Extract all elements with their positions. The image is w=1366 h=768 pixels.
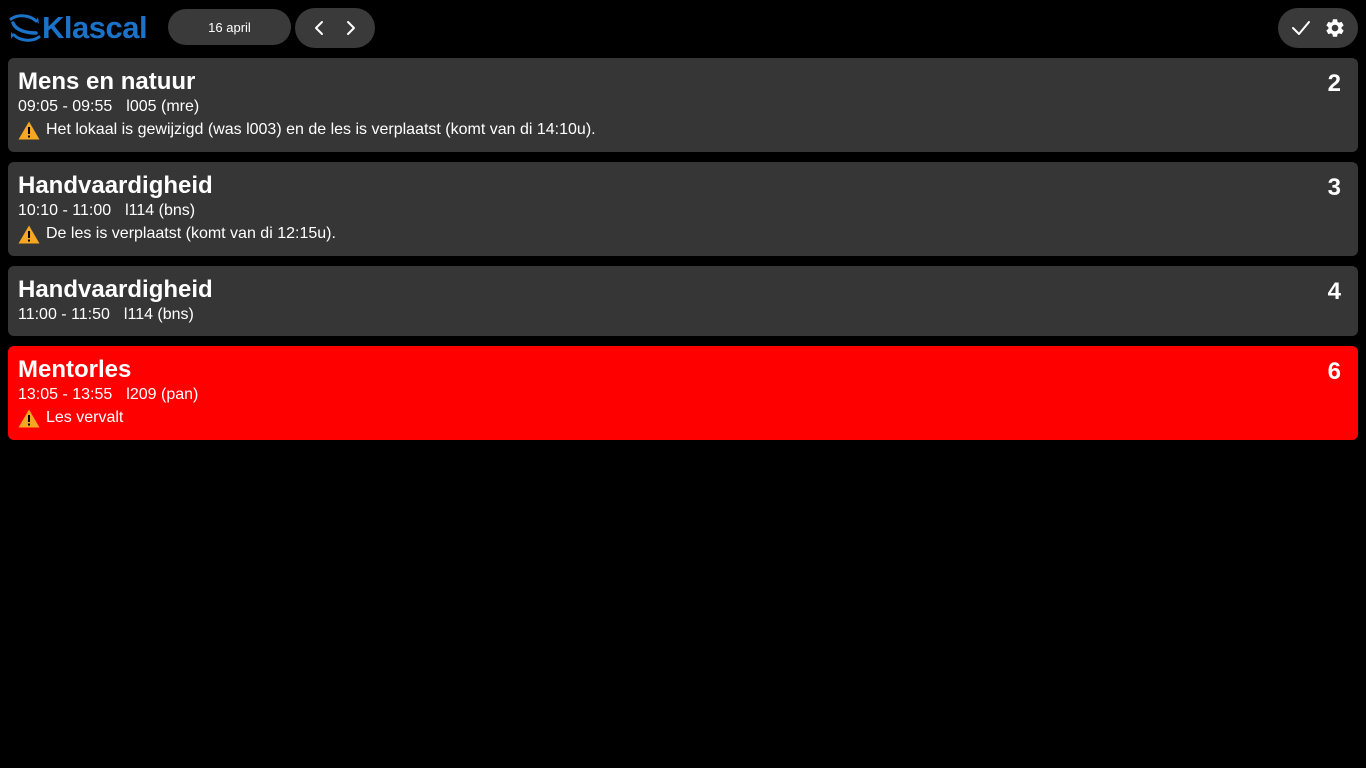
check-button[interactable] xyxy=(1285,12,1317,44)
lesson-period: 6 xyxy=(1327,358,1341,385)
lesson-card[interactable]: Handvaardigheid 4 11:00 - 11:50 l114 (bns… xyxy=(8,266,1358,336)
lesson-meta: 13:05 - 13:55 l209 (pan) xyxy=(18,384,1348,406)
lesson-time: 13:05 - 13:55 xyxy=(18,386,113,403)
lesson-time: 11:00 - 11:50 xyxy=(18,306,110,323)
lesson-room: l005 (mre) xyxy=(126,98,200,115)
lesson-warning: Les vervalt xyxy=(18,406,1348,430)
lesson-period: 4 xyxy=(1327,278,1341,305)
chevron-right-icon xyxy=(347,21,355,35)
header-actions xyxy=(1278,8,1358,48)
warning-text: Het lokaal is gewijzigd (was l003) en de… xyxy=(46,121,596,138)
warning-icon xyxy=(18,121,40,140)
lesson-room: l114 (bns) xyxy=(125,202,196,219)
warning-icon xyxy=(18,225,40,244)
check-icon xyxy=(1292,21,1310,35)
lesson-time: 10:10 - 11:00 xyxy=(18,202,112,219)
lesson-warning: De les is verplaatst (komt van di 12:15u… xyxy=(18,222,1348,246)
lesson-time: 09:05 - 09:55 xyxy=(18,98,113,115)
lesson-meta: 09:05 - 09:55 l005 (mre) xyxy=(18,96,1348,118)
warning-icon xyxy=(18,409,40,428)
lesson-period: 3 xyxy=(1327,174,1341,201)
day-navigation xyxy=(295,8,375,48)
lesson-title: Handvaardigheid xyxy=(18,276,213,303)
app-name: Klascal xyxy=(42,10,148,45)
previous-day-button[interactable] xyxy=(304,13,334,43)
lesson-list: Mens en natuur 2 09:05 - 09:55 l005 (mre)… xyxy=(8,58,1358,450)
next-day-button[interactable] xyxy=(336,13,366,43)
lesson-period: 2 xyxy=(1327,70,1341,97)
klascal-logo-icon xyxy=(9,14,41,42)
gear-icon xyxy=(1326,19,1344,37)
warning-text: De les is verplaatst (komt van di 12:15u… xyxy=(46,225,336,242)
lesson-title: Handvaardigheid xyxy=(18,172,213,199)
warning-text: Les vervalt xyxy=(46,409,124,426)
settings-button[interactable] xyxy=(1319,12,1351,44)
lesson-meta: 11:00 - 11:50 l114 (bns) xyxy=(18,304,1348,326)
lesson-card[interactable]: Handvaardigheid 3 10:10 - 11:00 l114 (bns… xyxy=(8,162,1358,256)
lesson-warning: Het lokaal is gewijzigd (was l003) en de… xyxy=(18,118,1348,142)
top-bar: Klascal 16 april xyxy=(0,0,1366,58)
lesson-room: l114 (bns) xyxy=(123,306,194,323)
lesson-card[interactable]: Mens en natuur 2 09:05 - 09:55 l005 (mre)… xyxy=(8,58,1358,152)
lesson-meta: 10:10 - 11:00 l114 (bns) xyxy=(18,200,1348,222)
lesson-title: Mentorles xyxy=(18,356,132,383)
app-logo: Klascal xyxy=(8,10,148,46)
lesson-card-cancelled[interactable]: Mentorles 6 13:05 - 13:55 l209 (pan) Les … xyxy=(8,346,1358,440)
date-selector[interactable]: 16 april xyxy=(168,9,291,45)
lesson-title: Mens en natuur xyxy=(18,68,196,95)
lesson-room: l209 (pan) xyxy=(126,386,199,403)
chevron-left-icon xyxy=(315,21,323,35)
